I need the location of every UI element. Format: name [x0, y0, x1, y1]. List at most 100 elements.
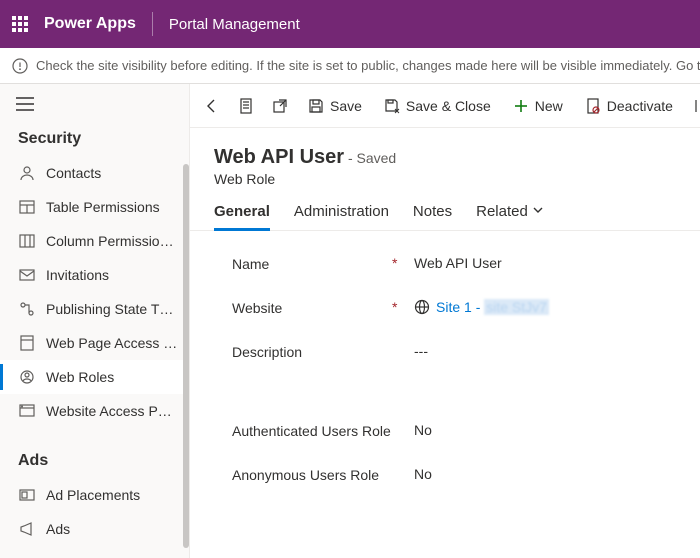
back-icon: [204, 98, 220, 114]
chevron-down-icon: [532, 203, 544, 220]
field-anon-users-role[interactable]: Anonymous Users Role No: [232, 466, 700, 484]
deactivate-icon: [585, 98, 601, 114]
placement-icon: [18, 486, 36, 504]
tab-label: Related: [476, 203, 528, 220]
save-button[interactable]: Save: [298, 90, 372, 122]
form-tabs: General Administration Notes Related: [190, 187, 700, 231]
megaphone-icon: [18, 520, 36, 538]
header-divider: [152, 12, 153, 36]
sidebar-item-ads[interactable]: Ads: [0, 512, 189, 546]
field-auth-users-role[interactable]: Authenticated Users Role No: [232, 422, 700, 440]
app-name-label: Portal Management: [169, 16, 300, 33]
hamburger-icon: [16, 97, 34, 111]
app-launcher-icon[interactable]: [12, 16, 28, 32]
more-commands-button[interactable]: [685, 90, 700, 122]
command-bar: Save Save & Close New Deactivate: [190, 84, 700, 128]
sidebar-toggle[interactable]: [0, 84, 189, 124]
tab-label: General: [214, 203, 270, 220]
globe-icon: [414, 299, 430, 315]
brand-label: Power Apps: [44, 15, 136, 33]
record-title: Web API User: [214, 146, 344, 168]
save-icon: [308, 98, 324, 114]
sidebar-label: Invitations: [46, 267, 109, 283]
new-button[interactable]: New: [503, 90, 573, 122]
sidebar-label: Ad Placements: [46, 487, 140, 503]
notification-text: Check the site visibility before editing…: [36, 58, 700, 73]
sidebar-label: Website Access P…: [46, 403, 172, 419]
field-name[interactable]: Name * Web API User: [232, 255, 700, 273]
sidebar-item-ad-placements[interactable]: Ad Placements: [0, 478, 189, 512]
sidebar-item-table-permissions[interactable]: Table Permissions: [0, 190, 189, 224]
sidebar-label: Web Roles: [46, 369, 114, 385]
sidebar-label: Column Permissio…: [46, 233, 174, 249]
tab-related[interactable]: Related: [476, 203, 544, 230]
sidebar-item-website-access[interactable]: Website Access P…: [0, 394, 189, 428]
sidebar-group-ads: Ads: [0, 446, 189, 478]
flow-icon: [18, 300, 36, 318]
cmd-label: New: [535, 98, 563, 114]
plus-icon: [513, 98, 529, 114]
field-website[interactable]: Website * Site 1 - site StJv7: [232, 299, 700, 317]
contact-icon: [18, 164, 36, 182]
role-icon: [18, 368, 36, 386]
popout-button[interactable]: [264, 90, 296, 122]
field-value: No: [414, 422, 432, 438]
more-icon: [693, 98, 699, 114]
cmd-label: Deactivate: [607, 98, 673, 114]
sidebar-scrollbar[interactable]: [183, 164, 189, 548]
sidebar-label: Ads: [46, 521, 70, 537]
sidebar-label: Table Permissions: [46, 199, 160, 215]
required-icon: *: [392, 299, 400, 315]
open-record-set-button[interactable]: [230, 90, 262, 122]
columns-icon: [18, 232, 36, 250]
save-close-button[interactable]: Save & Close: [374, 90, 501, 122]
tab-label: Notes: [413, 203, 452, 220]
sidebar-item-webpage-access[interactable]: Web Page Access …: [0, 326, 189, 360]
field-value: ---: [414, 343, 428, 359]
sidebar-item-publishing-state[interactable]: Publishing State T…: [0, 292, 189, 326]
tab-label: Administration: [294, 203, 389, 220]
page-icon: [18, 334, 36, 352]
sidebar-label: Web Page Access …: [46, 335, 177, 351]
content-area: Save Save & Close New Deactivate Web API…: [190, 84, 700, 558]
cmd-label: Save: [330, 98, 362, 114]
sidebar-group-security: Security: [0, 124, 189, 156]
main-area: Security Contacts Table Permissions Colu…: [0, 84, 700, 558]
cmd-label: Save & Close: [406, 98, 491, 114]
back-button[interactable]: [196, 90, 228, 122]
save-close-icon: [384, 98, 400, 114]
tab-general[interactable]: General: [214, 203, 270, 230]
deactivate-button[interactable]: Deactivate: [575, 90, 683, 122]
field-value: Web API User: [414, 255, 502, 271]
notification-bar: Check the site visibility before editing…: [0, 48, 700, 84]
record-status: - Saved: [348, 150, 396, 166]
field-description[interactable]: Description ---: [232, 343, 700, 361]
app-header: Power Apps Portal Management: [0, 0, 700, 48]
invitation-icon: [18, 266, 36, 284]
sidebar-item-invitations[interactable]: Invitations: [0, 258, 189, 292]
field-label: Authenticated Users Role: [232, 422, 392, 440]
document-icon: [238, 98, 254, 114]
sidebar-item-column-permissions[interactable]: Column Permissio…: [0, 224, 189, 258]
record-entity: Web Role: [214, 171, 700, 187]
field-label: Name: [232, 255, 392, 273]
sidebar-item-web-roles[interactable]: Web Roles: [0, 360, 189, 394]
table-icon: [18, 198, 36, 216]
tab-administration[interactable]: Administration: [294, 203, 389, 230]
sidebar-item-contacts[interactable]: Contacts: [0, 156, 189, 190]
field-label: Website: [232, 299, 392, 317]
record-header: Web API User - Saved Web Role: [190, 128, 700, 187]
field-label: Anonymous Users Role: [232, 466, 392, 484]
lookup-link[interactable]: Site 1 - site StJv7: [436, 299, 549, 315]
required-icon: *: [392, 255, 400, 271]
field-label: Description: [232, 343, 392, 361]
form-body: Name * Web API User Website * Site 1 - s…: [190, 231, 700, 510]
field-value: No: [414, 466, 432, 482]
sidebar: Security Contacts Table Permissions Colu…: [0, 84, 190, 558]
sidebar-label: Contacts: [46, 165, 101, 181]
tab-notes[interactable]: Notes: [413, 203, 452, 230]
sidebar-label: Publishing State T…: [46, 301, 173, 317]
popout-icon: [272, 98, 288, 114]
website-icon: [18, 402, 36, 420]
info-icon: [12, 58, 28, 74]
